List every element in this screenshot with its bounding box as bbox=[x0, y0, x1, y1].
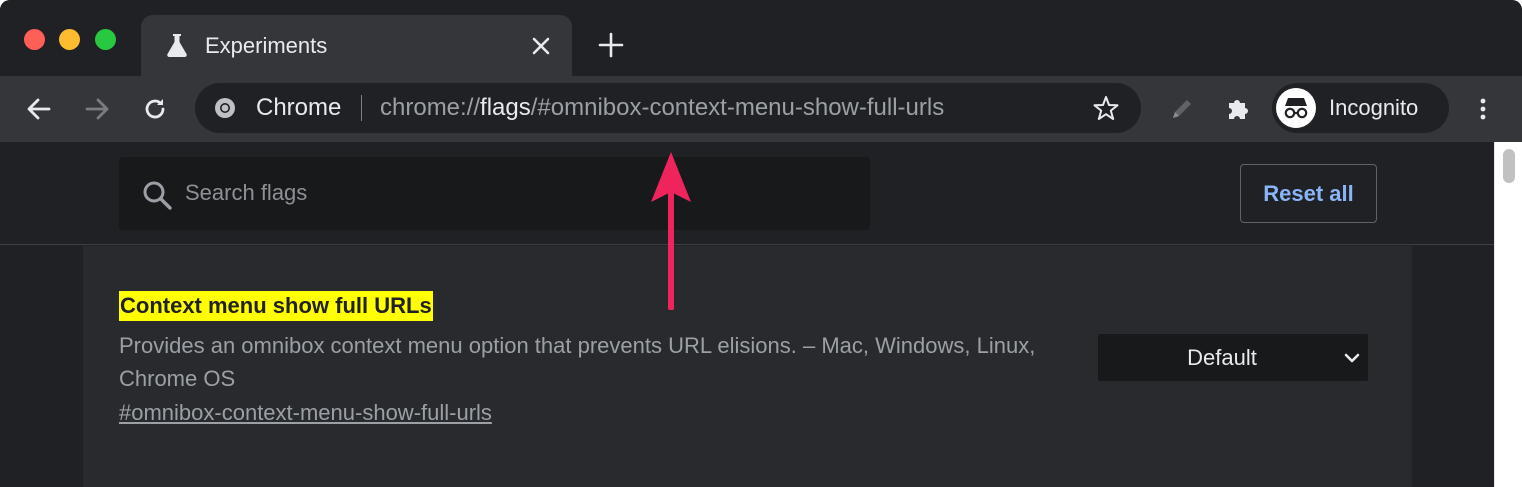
experiment-description: Provides an omnibox context menu option … bbox=[119, 333, 1036, 391]
omnibox-separator bbox=[361, 95, 362, 121]
experiment-permalink[interactable]: #omnibox-context-menu-show-full-urls bbox=[119, 400, 492, 426]
omnibox-url[interactable]: chrome://flags/#omnibox-context-menu-sho… bbox=[380, 94, 944, 122]
vertical-scrollbar[interactable] bbox=[1494, 142, 1522, 487]
incognito-icon bbox=[1276, 88, 1316, 128]
flask-icon bbox=[167, 34, 187, 57]
close-icon[interactable] bbox=[528, 33, 554, 59]
url-path: /#omnibox-context-menu-show-full-urls bbox=[530, 94, 945, 121]
reset-all-button[interactable]: Reset all bbox=[1240, 164, 1377, 223]
minimize-window-button[interactable] bbox=[59, 29, 80, 50]
incognito-profile-button[interactable]: Incognito bbox=[1272, 83, 1449, 133]
close-window-button[interactable] bbox=[24, 29, 45, 50]
menu-kebab-icon[interactable] bbox=[1467, 93, 1499, 125]
experiment-title: Context menu show full URLs bbox=[119, 291, 433, 321]
search-input[interactable] bbox=[185, 167, 845, 219]
pen-extension-icon[interactable] bbox=[1165, 93, 1197, 125]
url-scheme: chrome:// bbox=[380, 94, 481, 121]
chrome-logo-icon bbox=[215, 98, 235, 118]
omnibox[interactable]: Chrome chrome://flags/#omnibox-context-m… bbox=[195, 83, 1141, 133]
experiment-state-select[interactable]: Default bbox=[1098, 334, 1368, 381]
new-tab-button[interactable] bbox=[597, 31, 625, 59]
select-value: Default bbox=[1187, 345, 1257, 370]
flags-page: Reset all Context menu show full URLs Pr… bbox=[0, 142, 1494, 487]
toolbar: Chrome chrome://flags/#omnibox-context-m… bbox=[0, 76, 1522, 142]
omnibox-site-chip: Chrome bbox=[256, 94, 342, 121]
experiment-card: Context menu show full URLs Provides an … bbox=[83, 246, 1412, 487]
chevron-down-icon bbox=[1344, 353, 1360, 363]
incognito-label: Incognito bbox=[1329, 95, 1419, 120]
tab-experiments[interactable]: Experiments bbox=[141, 15, 572, 76]
reload-button[interactable] bbox=[139, 93, 171, 125]
tab-strip: Experiments bbox=[0, 0, 1522, 76]
flags-header: Reset all bbox=[0, 142, 1494, 245]
tab-title: Experiments bbox=[205, 33, 328, 58]
annotation-arrow-icon bbox=[651, 152, 691, 310]
browser-window: Experiments Chrome chrome://flags/#omnib… bbox=[0, 0, 1522, 487]
zoom-window-button[interactable] bbox=[95, 29, 116, 50]
back-button[interactable] bbox=[23, 93, 55, 125]
scrollbar-thumb[interactable] bbox=[1503, 149, 1515, 183]
search-box[interactable] bbox=[119, 157, 870, 230]
url-host: flags bbox=[480, 94, 531, 121]
extensions-puzzle-icon[interactable] bbox=[1223, 93, 1255, 125]
bookmark-star-icon[interactable] bbox=[1092, 94, 1120, 122]
forward-button[interactable] bbox=[81, 93, 113, 125]
search-icon bbox=[143, 181, 172, 210]
